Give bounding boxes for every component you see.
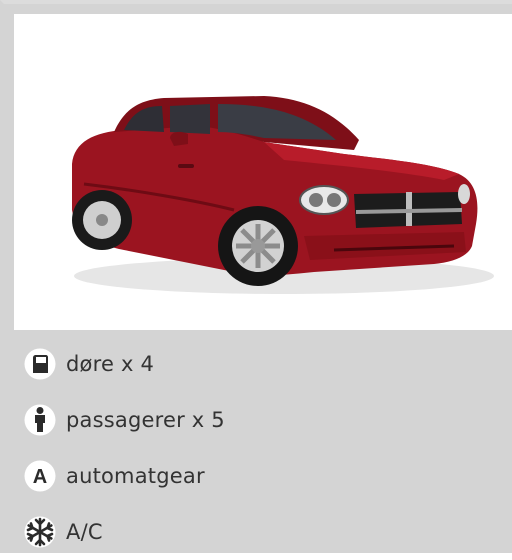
feature-ac: A/C <box>22 504 502 560</box>
feature-label: automatgear <box>66 464 205 488</box>
door-icon <box>22 346 58 382</box>
red-sedan-car-photo <box>72 96 494 294</box>
car-info-card: døre x 4 passagerer x 5 A automatgear A/… <box>0 0 512 553</box>
svg-text:A: A <box>33 466 47 488</box>
car-photo[interactable] <box>14 14 512 330</box>
features-list: døre x 4 passagerer x 5 A automatgear A/… <box>22 336 502 560</box>
feature-label: A/C <box>66 520 103 544</box>
feature-automatic-gear: A automatgear <box>22 448 502 504</box>
feature-label: døre x 4 <box>66 352 155 376</box>
passenger-icon <box>22 402 58 438</box>
snowflake-icon <box>22 514 58 550</box>
feature-label: passagerer x 5 <box>66 408 225 432</box>
automatic-gear-icon: A <box>22 458 58 494</box>
feature-passengers: passagerer x 5 <box>22 392 502 448</box>
feature-doors: døre x 4 <box>22 336 502 392</box>
